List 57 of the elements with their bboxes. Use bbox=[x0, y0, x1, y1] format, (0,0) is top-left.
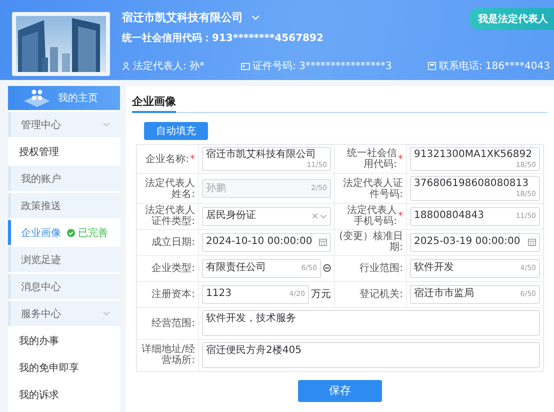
cube-icon bbox=[22, 88, 52, 108]
unit-label: 万元 bbox=[311, 288, 331, 302]
required-mark: * bbox=[398, 210, 403, 222]
field-label: 注册资本: bbox=[152, 288, 195, 300]
field-label: 法定代表人手机号码: bbox=[346, 205, 397, 228]
sidebar-item[interactable]: 管理中心 bbox=[8, 112, 120, 137]
field-label: 法定代表人证件号码: bbox=[342, 178, 403, 200]
calendar-icon[interactable] bbox=[319, 238, 327, 246]
chevron-down-icon[interactable] bbox=[320, 214, 327, 219]
date-field[interactable]: 2024-10-10 00:00:00 bbox=[202, 232, 331, 252]
sidebar-item[interactable]: 服务中心 bbox=[8, 301, 120, 326]
section-title: 企业画像 bbox=[132, 95, 176, 113]
sidebar-item[interactable]: 浏览足迹 bbox=[8, 247, 120, 272]
field-label: 成立日期: bbox=[152, 236, 195, 248]
sidebar-item[interactable]: 消息中心 bbox=[8, 274, 120, 299]
sidebar-item[interactable]: 我的账户 bbox=[8, 166, 120, 191]
legal-representative: 法定代表人: 孙* bbox=[133, 60, 205, 73]
field-label: 企业类型: bbox=[152, 262, 195, 274]
status-label: 已完善 bbox=[78, 226, 108, 240]
text-area[interactable]: 宿迁便民方舟2楼405 bbox=[202, 342, 540, 368]
sidebar-label: 服务中心 bbox=[21, 308, 61, 320]
field-label: (变更）核准日期: bbox=[338, 231, 403, 254]
sidebar-label: 企业画像 bbox=[21, 226, 61, 240]
sidebar-label: 授权管理 bbox=[19, 146, 59, 158]
field-label: 企业名称: bbox=[146, 154, 189, 165]
sidebar-label: 管理中心 bbox=[21, 118, 61, 132]
check-circle-icon bbox=[67, 228, 75, 236]
sidebar-label: 消息中心 bbox=[21, 280, 61, 294]
select-field[interactable]: 居民身份证 bbox=[202, 206, 331, 226]
phone-number: 联系电话: 186****4043 bbox=[438, 60, 550, 73]
calendar-icon[interactable] bbox=[528, 238, 536, 246]
id-number: 证件号码: 3****************3 bbox=[252, 60, 392, 73]
id-card-icon bbox=[240, 62, 250, 70]
field-label: 统一社会信用代码: bbox=[346, 148, 397, 170]
field-label: 行业范围: bbox=[360, 262, 403, 274]
field-label: 登记机关: bbox=[360, 288, 403, 300]
sidebar-label: 政策推送 bbox=[21, 200, 61, 212]
company-name: 宿迁市凯艾科技有限公司 bbox=[122, 10, 243, 25]
clear-icon[interactable] bbox=[312, 213, 318, 220]
home-title: 我的主页 bbox=[58, 92, 98, 105]
sidebar-label: 我的办事 bbox=[19, 334, 59, 348]
sidebar-label: 我的诉求 bbox=[19, 388, 59, 402]
field-label: 详细地址/经营场所: bbox=[140, 344, 195, 366]
field-label: 法定代表人证件类型: bbox=[144, 205, 195, 228]
date-field[interactable]: 2025-03-19 00:00:00 bbox=[410, 232, 540, 252]
sidebar-label: 我的免申即享 bbox=[19, 362, 79, 374]
credit-code: 统一社会信用代码：913********4567892 bbox=[122, 32, 324, 45]
sidebar-label: 浏览足迹 bbox=[21, 254, 61, 266]
field-label: 经营范围: bbox=[152, 318, 195, 329]
text-area[interactable]: 软件开发，技术服务 bbox=[202, 310, 540, 336]
sidebar-item[interactable]: 政策推送 bbox=[8, 193, 120, 218]
user-icon bbox=[122, 62, 130, 70]
required-mark: * bbox=[190, 154, 195, 165]
required-mark: * bbox=[398, 154, 403, 165]
phone-card-icon bbox=[428, 62, 436, 70]
field-label: 法定代表人姓名: bbox=[144, 178, 195, 200]
sidebar-label: 我的账户 bbox=[21, 172, 61, 186]
